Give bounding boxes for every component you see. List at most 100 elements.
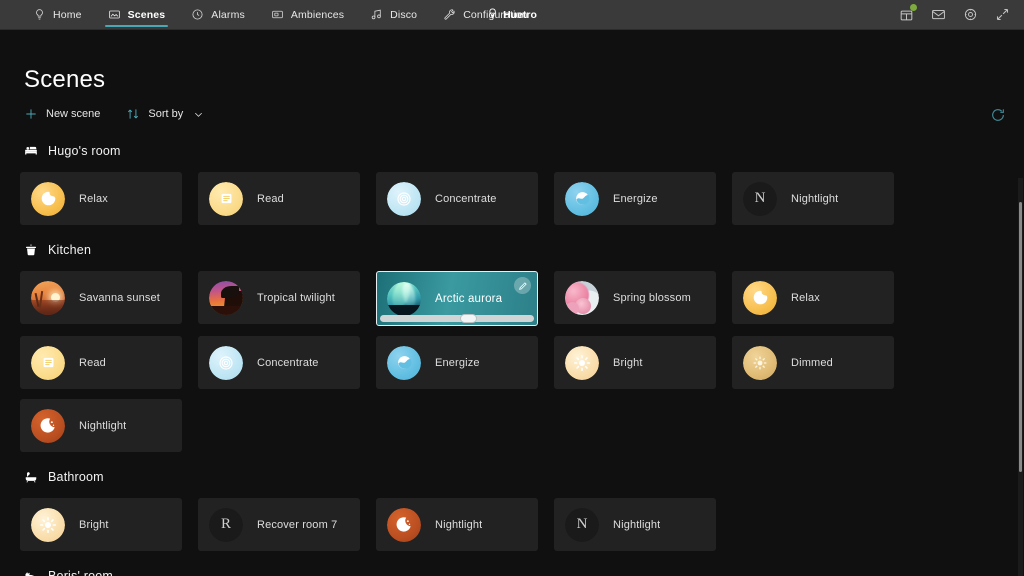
scene-label: Concentrate xyxy=(435,192,497,205)
sort-by-button[interactable]: Sort by xyxy=(126,107,204,121)
scene-label: Dimmed xyxy=(791,356,833,369)
plus-icon xyxy=(24,107,38,121)
scene-thumbnail-photo-blossom xyxy=(565,280,599,315)
scenes-scroll-area[interactable]: Hugo's room Relax Read Concentrate Energize N… xyxy=(0,140,1024,576)
scene-card[interactable]: Concentrate xyxy=(376,172,538,225)
scene-card[interactable]: Spring blossom xyxy=(554,271,716,324)
room-group-header: Bathroom xyxy=(0,466,1024,488)
room-group-header: Kitchen xyxy=(0,239,1024,261)
page-title: Scenes xyxy=(24,66,106,93)
main-nav: Home Scenes Alarms Ambiences Disco Configurat… xyxy=(20,0,541,29)
scene-card[interactable]: Nightlight xyxy=(376,498,538,551)
scene-card[interactable]: Read xyxy=(198,172,360,225)
gear-icon[interactable] xyxy=(963,7,978,22)
collapse-icon[interactable] xyxy=(995,7,1010,22)
scene-card[interactable]: Savanna sunset xyxy=(20,271,182,324)
scene-card[interactable]: Energize xyxy=(376,336,538,389)
scene-thumbnail-wave xyxy=(565,181,599,216)
scene-label: Savanna sunset xyxy=(79,291,160,304)
scene-thumbnail-read-lines xyxy=(209,181,243,216)
scene-thumbnail-moon-stars xyxy=(387,507,421,542)
mail-icon[interactable] xyxy=(931,7,946,22)
scene-grid: Relax Read Concentrate Energize N Nightlight xyxy=(0,162,1024,225)
scene-thumbnail-sun-bright xyxy=(565,345,599,380)
scene-thumbnail-wave xyxy=(387,345,421,380)
scene-thumbnail-sun-dim xyxy=(743,345,777,380)
scene-card[interactable]: N Nightlight xyxy=(732,172,894,225)
scene-label: Energize xyxy=(613,192,658,205)
room-group: Boris' roomNNightlight xyxy=(0,565,1024,576)
nav-tab-scenes[interactable]: Scenes xyxy=(95,0,179,29)
scene-card[interactable]: Bright xyxy=(554,336,716,389)
scene-card[interactable]: Relax xyxy=(732,271,894,324)
scene-label: Nightlight xyxy=(435,518,483,531)
scene-label: Bright xyxy=(613,356,643,369)
scene-label: Tropical twilight xyxy=(257,291,335,304)
page-body: Scenes New scene Sort by Hugo's room Rel… xyxy=(0,30,1024,576)
scene-thumbnail-photo-savanna xyxy=(31,280,65,315)
music-icon xyxy=(370,8,383,21)
scrollbar-thumb[interactable] xyxy=(1019,202,1022,472)
room-group-title: Boris' room xyxy=(48,569,114,576)
scene-thumbnail-relax-swirl xyxy=(31,181,65,216)
scene-card[interactable]: R Recover room 7 xyxy=(198,498,360,551)
scene-card[interactable]: Concentrate xyxy=(198,336,360,389)
page-toolbar: New scene Sort by xyxy=(24,107,204,121)
scene-thumbnail-photo-aurora xyxy=(387,281,421,316)
scene-card[interactable]: Read xyxy=(20,336,182,389)
scene-label: Nightlight xyxy=(79,419,127,432)
scene-card[interactable]: Arctic aurora xyxy=(376,271,538,326)
nav-tab-alarms[interactable]: Alarms xyxy=(178,0,258,29)
scene-card[interactable]: Tropical twilight xyxy=(198,271,360,324)
scene-card[interactable]: Nightlight xyxy=(20,399,182,452)
new-scene-button[interactable]: New scene xyxy=(24,107,100,121)
scene-card[interactable]: Dimmed xyxy=(732,336,894,389)
sort-by-label: Sort by xyxy=(148,108,184,120)
scene-label: Nightlight xyxy=(791,192,839,205)
scene-label: Arctic aurora xyxy=(435,292,503,305)
ambiences-icon xyxy=(271,8,284,21)
nav-tab-home[interactable]: Home xyxy=(20,0,95,29)
scene-label: Read xyxy=(257,192,284,205)
room-group: Kitchen Savanna sunset Tropical twilight Ar… xyxy=(0,239,1024,452)
scene-thumbnail-letter-N: N xyxy=(743,181,777,216)
room-group: Bathroom Bright R Recover room 7 Nightlight N… xyxy=(0,466,1024,551)
chevron-down-icon xyxy=(193,109,204,120)
scene-label: Bright xyxy=(79,518,109,531)
room-group-title: Kitchen xyxy=(48,243,92,257)
bulb-icon xyxy=(33,8,46,21)
nav-tab-disco[interactable]: Disco xyxy=(357,0,430,29)
scene-label: Read xyxy=(79,356,106,369)
scene-thumbnail-photo-tropical xyxy=(209,280,243,315)
pencil-icon[interactable] xyxy=(514,277,531,294)
refresh-button[interactable] xyxy=(990,107,1006,123)
package-update-icon[interactable] xyxy=(899,4,917,22)
scene-card[interactable]: Bright xyxy=(20,498,182,551)
nav-tab-label: Scenes xyxy=(127,8,166,21)
scene-card[interactable]: Energize xyxy=(554,172,716,225)
scene-label: Nightlight xyxy=(613,518,661,531)
room-group-header: Boris' room xyxy=(0,565,1024,576)
scene-thumbnail-sun-bright xyxy=(31,507,65,542)
brightness-slider[interactable] xyxy=(380,314,534,323)
top-navigation-bar: Home Scenes Alarms Ambiences Disco Configurat… xyxy=(0,0,1024,30)
scenes-icon xyxy=(108,8,121,21)
scene-label: Energize xyxy=(435,356,480,369)
system-tray xyxy=(899,0,1024,29)
nav-tab-label: Disco xyxy=(390,8,418,21)
pot-icon xyxy=(24,243,38,257)
brightness-slider-thumb[interactable] xyxy=(459,314,477,323)
scene-thumbnail-concentric xyxy=(387,181,421,216)
sort-icon xyxy=(126,107,140,121)
scene-thumbnail-moon-stars xyxy=(31,408,65,443)
scene-card[interactable]: N Nightlight xyxy=(554,498,716,551)
nav-tab-label: Home xyxy=(53,8,82,21)
vertical-scrollbar[interactable] xyxy=(1018,178,1023,576)
scene-card[interactable]: Relax xyxy=(20,172,182,225)
nav-tab-label: Ambiences xyxy=(290,8,345,21)
nav-tab-ambiences[interactable]: Ambiences xyxy=(258,0,357,29)
bed-icon xyxy=(24,144,38,158)
brand-label: Huetro xyxy=(503,9,537,21)
